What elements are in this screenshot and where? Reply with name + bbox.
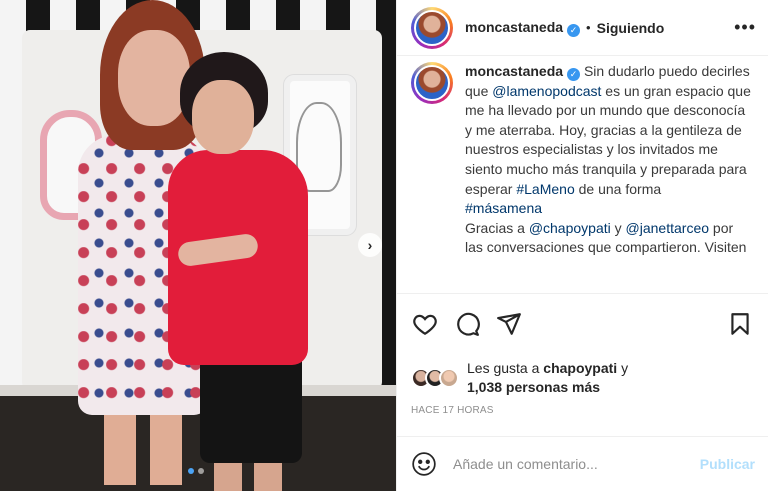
more-options-icon[interactable]: ••• bbox=[734, 17, 756, 38]
carousel-indicator bbox=[188, 468, 204, 474]
verified-icon: ✓ bbox=[567, 23, 581, 37]
caption-body: Gracias a bbox=[465, 219, 529, 236]
person-left-face bbox=[118, 30, 190, 126]
avatar[interactable] bbox=[414, 9, 450, 46]
bookmark-icon bbox=[731, 312, 749, 335]
caption-body: es un gran espacio que me ha llevado por… bbox=[465, 82, 751, 197]
publish-button[interactable]: Publicar bbox=[700, 456, 755, 472]
emoji-icon[interactable] bbox=[411, 451, 437, 477]
save-button[interactable] bbox=[726, 310, 754, 338]
share-icon bbox=[497, 312, 521, 335]
hashtag-masamena[interactable]: #másamena bbox=[465, 200, 542, 216]
caption-body: y bbox=[610, 219, 626, 236]
caption-story-ring[interactable] bbox=[411, 62, 453, 104]
person-right-skirt bbox=[200, 355, 302, 463]
comment-input[interactable] bbox=[453, 456, 700, 472]
story-ring[interactable] bbox=[411, 6, 453, 49]
mention-janettarceo[interactable]: @janettarceo bbox=[626, 220, 709, 236]
share-button[interactable] bbox=[495, 310, 523, 338]
chevron-right-icon: › bbox=[367, 237, 373, 253]
post-header: moncastaneda ✓ • Siguiendo ••• bbox=[397, 0, 768, 56]
liker-avatar bbox=[439, 368, 459, 388]
mention-chapoypati[interactable]: @chapoypati bbox=[529, 220, 611, 236]
comment-button[interactable] bbox=[453, 310, 481, 338]
header-separator: • bbox=[586, 20, 591, 35]
caption-avatar[interactable] bbox=[414, 65, 450, 101]
verified-icon: ✓ bbox=[567, 68, 581, 82]
following-button[interactable]: Siguiendo bbox=[597, 20, 665, 36]
likes-and: y bbox=[617, 360, 629, 376]
caption-area: moncastaneda ✓ Sin dudarlo puedo decirles… bbox=[397, 56, 768, 293]
comment-bar: Publicar bbox=[397, 436, 768, 491]
carousel-dot-1 bbox=[188, 468, 194, 474]
header-username[interactable]: moncastaneda ✓ bbox=[465, 19, 581, 37]
hashtag-lameno[interactable]: #LaMeno bbox=[516, 181, 574, 197]
likes-summary: Les gusta a chapoypati y 1,038 personas … bbox=[467, 359, 628, 397]
likes-row: Les gusta a chapoypati y 1,038 personas … bbox=[397, 353, 768, 403]
action-bar bbox=[397, 293, 768, 353]
person-right-face bbox=[192, 80, 254, 154]
likes-count[interactable]: 1,038 personas más bbox=[467, 379, 600, 395]
comment-icon bbox=[457, 312, 480, 336]
caption-body: de una forma bbox=[574, 180, 662, 197]
post-timestamp[interactable]: HACE 17 HORAS bbox=[397, 403, 768, 429]
likes-prefix: Les gusta a bbox=[467, 360, 544, 376]
carousel-next-button[interactable]: › bbox=[358, 233, 382, 257]
liker-username[interactable]: chapoypati bbox=[543, 360, 617, 376]
heart-icon bbox=[413, 314, 437, 335]
mention-lamenopodcast[interactable]: @lamenopodcast bbox=[492, 83, 601, 99]
instagram-post: › moncastaneda ✓ • Siguiendo ••• moncasta… bbox=[0, 0, 768, 491]
post-photo[interactable]: › bbox=[0, 0, 396, 491]
carousel-dot-2 bbox=[198, 468, 204, 474]
caption-text: moncastaneda ✓ Sin dudarlo puedo decirles… bbox=[465, 62, 752, 293]
caption-username[interactable]: moncastaneda ✓ bbox=[465, 63, 581, 82]
person-left-legs bbox=[104, 405, 184, 485]
like-button[interactable] bbox=[411, 310, 439, 338]
liker-avatars[interactable] bbox=[411, 368, 459, 388]
post-sidebar: moncastaneda ✓ • Siguiendo ••• moncastane… bbox=[396, 0, 768, 491]
